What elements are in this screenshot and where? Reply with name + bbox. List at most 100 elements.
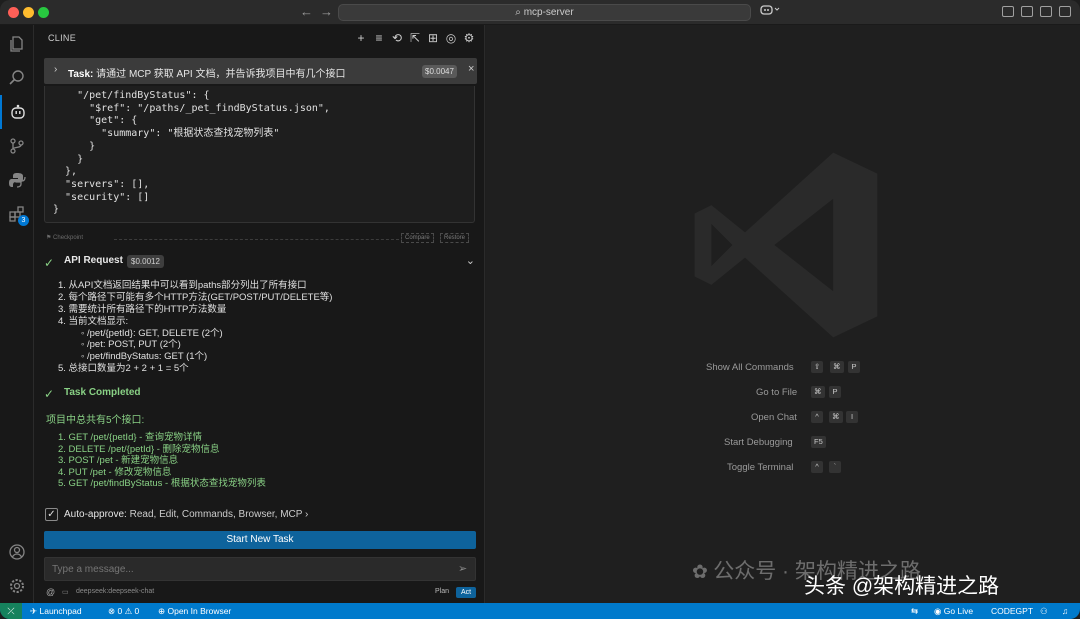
toggle-sidebar-icon[interactable] [1021,6,1033,17]
auto-approve-checkbox[interactable]: ✓ [45,508,58,521]
python-icon[interactable] [0,163,34,197]
key-ctrl: ^ [811,411,823,423]
compare-button[interactable]: Compare [401,233,434,243]
codegpt-item[interactable]: CODEGPT [991,606,1033,616]
status-bar: ⤫ ✈ Launchpad ⊗ 0 ⚠ 0 ⊕ Open In Browser … [0,603,1080,619]
reasoning-item: 3. 需要统计所有路径下的HTTP方法数量 [58,304,227,315]
chevron-down-icon[interactable]: ⌄ [466,254,475,267]
reasoning-item: 2. 每个路径下可能有多个HTTP方法(GET/POST/PUT/DELETE等… [58,292,333,303]
summary-item: 3. POST /pet - 新建宠物信息 [58,455,179,466]
task-header[interactable]: › Task: 请通过 MCP 获取 API 文档，并告诉我项目中有几个接口 $… [44,58,477,84]
broadcast-icon: ◉ [934,606,944,616]
send-icon[interactable]: ➢ [458,562,467,575]
start-new-task-button[interactable]: Start New Task [44,531,476,549]
forward-arrow-icon[interactable]: → [320,4,333,19]
checkpoint-divider [114,239,399,240]
summary-item: 1. GET /pet/{petId} - 查询宠物详情 [58,432,202,443]
editor-area: Show All Commands ⇧ ⌘ P Go to File ⌘ P O… [486,25,1080,603]
input-footer: @ ▭ deepseek:deepseek-chat Plan Act [46,587,477,599]
key-cmd: ⌘ [830,361,844,373]
manage-gear-icon[interactable] [0,569,34,603]
activity-bar: 3 [0,25,34,603]
task-completed-label: Task Completed [64,387,141,398]
checkpoint-row: ⚑ Checkpoint Compare Restore [44,233,475,244]
overlay-watermark: 头条 @架构精进之路 [804,575,1000,598]
open-in-browser-item[interactable]: ⊕ Open In Browser [158,606,231,617]
extensions-icon[interactable]: 3 [0,197,34,231]
act-mode-toggle[interactable]: Act [456,587,477,598]
shortcut-show-all-commands: Show All Commands [706,362,794,373]
image-icon[interactable]: ▭ [62,588,69,596]
vscode-logo-icon [694,152,878,338]
extensions-badge: 3 [18,215,29,226]
problems-indicator[interactable]: ⊗ 0 ⚠ 0 [108,606,139,617]
copilot-status-icon[interactable]: ⚇ [1040,606,1048,617]
key-i: I [846,411,858,423]
shortcut-go-to-file: Go to File [756,387,798,398]
zoom-window-button[interactable] [38,7,49,18]
shortcut-start-debugging: Start Debugging [724,437,793,448]
go-live-item[interactable]: ◉ Go Live [934,606,973,617]
key-p: P [829,386,841,398]
back-arrow-icon[interactable]: ← [300,4,313,19]
command-center-search[interactable]: ⌕ mcp-server [338,4,751,21]
cline-panel: CLINE + ≡ ⟲ ⇱ ⊞ ◎ ⚙ › Task: 请通过 MCP 获取 A… [34,25,485,603]
panel-title: CLINE [48,33,77,43]
layout-icon[interactable]: ⇆ [911,606,918,617]
shortcut-toggle-terminal: Toggle Terminal [727,462,794,473]
account-icon[interactable] [0,535,34,569]
docs-icon[interactable]: ⊞ [426,31,440,45]
auto-approve-text: Auto-approve: Read, Edit, Commands, Brow… [64,509,309,520]
key-p: P [848,361,860,373]
copilot-icon[interactable] [760,4,782,19]
key-f5: F5 [811,436,826,448]
summary-heading: 项目中总共有5个接口: [46,415,145,426]
open-in-editor-icon[interactable]: ⇱ [408,31,422,45]
close-icon[interactable]: × [468,63,474,75]
toggle-secondary-sidebar-icon[interactable] [1059,6,1071,17]
summary-item: 2. DELETE /pet/{petId} - 删除宠物信息 [58,444,220,455]
vscode-window: ← → ⌕ mcp-server 3 CLINE + ≡ ⟲ ⇱ ⊞ ◎ ⚙ ›… [0,0,1080,619]
summary-item: 5. GET /pet/findByStatus - 根据状态查找宠物列表 [58,478,266,489]
code-content: "/pet/findByStatus": { "$ref": "/paths/_… [53,90,330,216]
task-description: 请通过 MCP 获取 API 文档，并告诉我项目中有几个接口 [96,69,346,80]
close-window-button[interactable] [8,7,19,18]
notifications-icon[interactable]: ♫ [1062,606,1068,616]
source-control-icon[interactable] [0,129,34,163]
new-task-icon[interactable]: + [354,31,368,45]
customize-layout-icon[interactable] [1002,6,1014,17]
command-center-label: mcp-server [523,7,574,18]
key-ctrl: ^ [811,461,823,473]
reasoning-item: 4. 当前文档显示: [58,316,129,327]
history-icon[interactable]: ⟲ [390,31,404,45]
reasoning-subitem: ◦ /pet: POST, PUT (2个) [81,339,181,350]
chevron-right-icon: › [54,64,58,75]
key-cmd: ⌘ [811,386,825,398]
cline-icon[interactable] [0,95,34,129]
chevron-right-icon: › [305,509,309,520]
summary-item: 4. PUT /pet - 修改宠物信息 [58,467,172,478]
plan-mode-toggle[interactable]: Plan [435,588,449,595]
explorer-icon[interactable] [0,27,34,61]
checkpoint-label: ⚑ Checkpoint [46,235,84,241]
model-selector[interactable]: deepseek:deepseek-chat [76,588,154,595]
remote-indicator-icon[interactable]: ⤫ [0,603,22,619]
task-prefix: Task: [68,69,94,80]
search-icon[interactable] [0,61,34,95]
api-request-row[interactable]: ✓ API Request $0.0012 ⌄ [44,254,475,270]
account-icon[interactable]: ◎ [444,31,458,45]
wechat-icon: ✿ [692,562,714,583]
minimize-window-button[interactable] [23,7,34,18]
panel-actions: + ≡ ⟲ ⇱ ⊞ ◎ ⚙ [354,31,476,45]
launchpad-item[interactable]: ✈ Launchpad [30,606,82,617]
api-request-label: API Request [64,255,123,266]
message-input[interactable] [44,557,476,581]
search-icon: ⌕ [515,7,524,18]
settings-gear-icon[interactable]: ⚙ [462,31,476,45]
toggle-panel-icon[interactable] [1040,6,1052,17]
mcp-servers-icon[interactable]: ≡ [372,31,386,45]
mention-icon[interactable]: @ [46,587,55,597]
reasoning-subitem: ◦ /pet/{petId}: GET, DELETE (2个) [81,328,223,339]
restore-button[interactable]: Restore [440,233,470,243]
check-icon: ✓ [44,387,55,401]
